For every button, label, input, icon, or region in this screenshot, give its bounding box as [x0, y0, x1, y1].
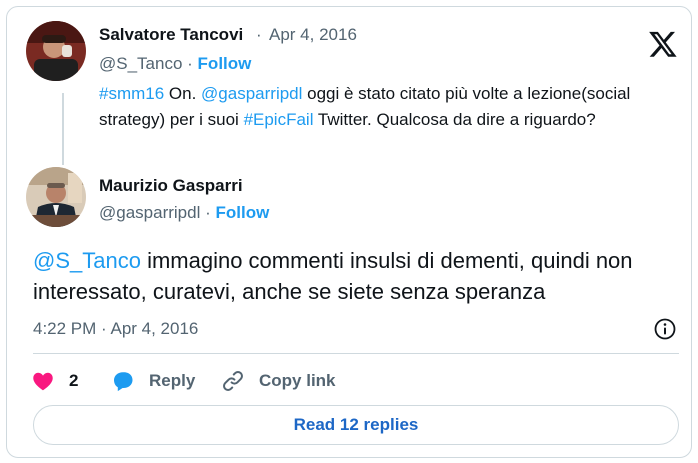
quoted-handle[interactable]: @S_Tanco: [99, 54, 182, 73]
quoted-dot-separator: ·: [256, 25, 262, 44]
handle-dot: ·: [187, 54, 198, 73]
author-handle-row: @gasparripdl · Follow: [99, 203, 269, 223]
like-count: 2: [69, 371, 79, 390]
copy-link-button[interactable]: Copy link: [221, 367, 336, 395]
avatar[interactable]: [26, 21, 86, 81]
x-logo-icon[interactable]: [647, 29, 679, 59]
quoted-tweet-text: #smm16 On. @gasparripdl oggi è stato cit…: [99, 81, 689, 133]
hashtag-smm16[interactable]: #smm16: [99, 84, 164, 103]
mention-s-tanco[interactable]: @S_Tanco: [33, 248, 141, 273]
thread-connector-line: [62, 93, 64, 165]
reply-button[interactable]: Reply: [111, 367, 195, 395]
quoted-author-name[interactable]: Salvatore Tancovi: [99, 25, 243, 45]
divider: [33, 353, 679, 354]
author-name[interactable]: Maurizio Gasparri: [99, 176, 243, 196]
handle-dot: ·: [205, 203, 216, 222]
tweet-embed-card: Salvatore Tancovi · Apr 4, 2016 @S_Tanco…: [6, 6, 692, 458]
heart-icon: [33, 372, 53, 391]
quoted-date[interactable]: Apr 4, 2016: [269, 25, 357, 45]
follow-link[interactable]: Follow: [216, 203, 270, 222]
quoted-text-part: Twitter. Qualcosa da dire a riguardo?: [313, 110, 596, 129]
quoted-follow-link[interactable]: Follow: [198, 54, 252, 73]
reply-label: Reply: [149, 371, 196, 390]
like-button[interactable]: 2: [31, 367, 78, 395]
reply-bubble-icon: [114, 372, 133, 392]
hashtag-epicfail[interactable]: #EpicFail: [244, 110, 314, 129]
link-icon: [223, 371, 243, 391]
quoted-text-part: On.: [164, 84, 202, 103]
quoted-handle-row: @S_Tanco · Follow: [99, 54, 251, 74]
tweet-timestamp[interactable]: 4:22 PM · Apr 4, 2016: [33, 319, 198, 339]
info-icon[interactable]: [653, 317, 677, 341]
read-replies-button[interactable]: Read 12 replies: [33, 405, 679, 445]
mention-gasparripdl[interactable]: @gasparripdl: [201, 84, 302, 103]
copy-link-label: Copy link: [259, 371, 336, 390]
author-handle[interactable]: @gasparripdl: [99, 203, 200, 222]
avatar[interactable]: [26, 167, 86, 227]
tweet-text: @S_Tanco immagino commenti insulsi di de…: [33, 245, 683, 307]
